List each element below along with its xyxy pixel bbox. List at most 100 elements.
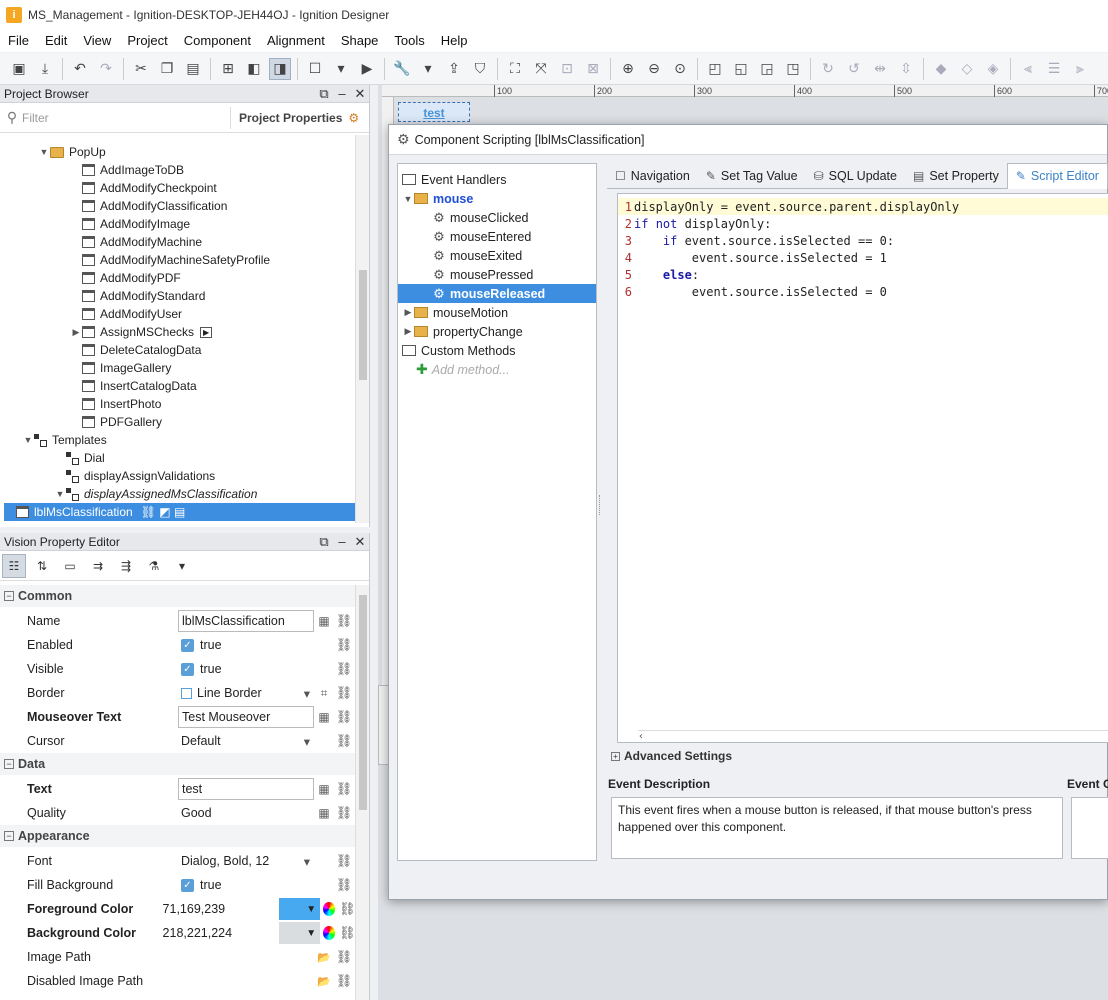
menu-project[interactable]: Project	[119, 30, 175, 52]
tree-item[interactable]: lblMsClassification ⛓ ◩ ▤	[4, 503, 356, 521]
property-value[interactable]: ✓ true	[178, 658, 314, 680]
mouse-group[interactable]: ▼ mouse	[402, 189, 474, 208]
property-value[interactable]: Test Mouseover	[178, 706, 314, 728]
binding-link-icon[interactable]: ⛓	[334, 781, 354, 797]
sort-alpha-icon[interactable]: ⇅	[30, 554, 54, 578]
code-line[interactable]: 6 event.source.isSelected = 0	[618, 283, 1108, 300]
border-editor-icon[interactable]: ⌗	[314, 686, 334, 701]
float-icon[interactable]: ⧉	[315, 86, 333, 102]
dropdown-arrow-icon[interactable]: ▾	[170, 554, 194, 578]
tree-item[interactable]: ▼ displayAssignedMsClassification	[54, 485, 258, 503]
mousemotion-group[interactable]: ▶ mouseMotion	[402, 303, 509, 322]
play-icon[interactable]: ▶	[200, 326, 213, 338]
property-value[interactable]: 218,221,224	[160, 922, 280, 944]
dropdown-arrow-icon[interactable]: ▾	[304, 734, 310, 749]
collapsed-arrow-icon[interactable]: ▶	[402, 307, 414, 318]
checkbox-icon[interactable]: ✓	[181, 638, 194, 652]
cut-icon[interactable]: ✂	[130, 58, 152, 80]
code-line[interactable]: 4 event.source.isSelected = 1	[618, 249, 1108, 266]
collapse-icon[interactable]: ⤧	[530, 58, 552, 80]
grid-icon[interactable]: ⊠	[582, 58, 604, 80]
edit-icon[interactable]: ▦	[314, 806, 334, 820]
event-mouseclicked[interactable]: ⚙ mouseClicked	[432, 208, 528, 227]
property-value[interactable]: lblMsClassification	[178, 610, 314, 632]
align-right-icon[interactable]: ⫸	[1069, 58, 1091, 80]
custom-methods-root[interactable]: Custom Methods	[402, 341, 515, 360]
event-handlers-root[interactable]: Event Handlers	[402, 170, 506, 189]
tree-item[interactable]: InsertPhoto	[70, 395, 161, 413]
tree-item[interactable]: AddModifyCheckpoint	[70, 179, 217, 197]
event-mouseentered[interactable]: ⚙ mouseEntered	[432, 227, 531, 246]
property-value[interactable]: ✓ true	[178, 634, 314, 656]
event-mousepressed[interactable]: ⚙ mousePressed	[432, 265, 533, 284]
scrollbar-thumb[interactable]	[359, 595, 367, 810]
tree-item[interactable]: ▶ AssignMSChecks ▶	[70, 323, 213, 341]
property-value[interactable]	[178, 946, 314, 968]
binding-link-icon[interactable]: ⛓	[334, 877, 354, 893]
add-method-item[interactable]: ✚ Add method...	[416, 360, 510, 379]
tab-script-editor[interactable]: ✎ Script Editor	[1006, 162, 1108, 189]
binding-link-icon[interactable]: ⛓	[334, 805, 354, 821]
tab-set-property[interactable]: ▤ Set Property	[905, 163, 1007, 189]
script-editor[interactable]: 1 displayOnly = event.source.parent.displ…	[617, 193, 1108, 743]
dropdown-arrow-icon[interactable]: ▾	[304, 854, 310, 869]
publish-icon[interactable]: ⇪	[443, 58, 465, 80]
flip-v-icon[interactable]: ⇳	[895, 58, 917, 80]
bring-front-icon[interactable]: ◰	[704, 58, 726, 80]
menu-alignment[interactable]: Alignment	[259, 30, 333, 52]
binding-link-icon[interactable]: ⛓	[334, 853, 354, 869]
expanded-arrow-icon[interactable]: ▼	[402, 194, 414, 204]
description-icon[interactable]: ▭	[58, 554, 82, 578]
propertychange-group[interactable]: ▶ propertyChange	[402, 322, 523, 341]
filter-input[interactable]: ⚲ Filter	[2, 107, 222, 129]
tree-item[interactable]: ImageGallery	[70, 359, 171, 377]
color-wheel-icon[interactable]	[323, 902, 336, 916]
dropdown-arrow-icon[interactable]: ▾	[304, 686, 310, 701]
tree-item[interactable]: AddModifyMachineSafetyProfile	[70, 251, 270, 269]
tree-scrollbar[interactable]	[355, 135, 369, 523]
tree-item[interactable]: displayAssignValidations	[54, 467, 215, 485]
save-all-icon[interactable]: ⤓	[34, 58, 56, 80]
property-value[interactable]: Line Border ▾	[178, 682, 314, 704]
menu-tools[interactable]: Tools	[386, 30, 432, 52]
send-back-icon[interactable]: ◱	[730, 58, 752, 80]
tree-item[interactable]: AddModifyUser	[70, 305, 182, 323]
folder-icon[interactable]: 📂	[314, 975, 334, 988]
binding-link-icon[interactable]: ⛓	[338, 901, 356, 917]
copy-icon[interactable]: ❐	[156, 58, 178, 80]
property-value[interactable]: Default ▾	[178, 730, 314, 752]
code-line[interactable]: 5 else:	[618, 266, 1108, 283]
binding-link-icon[interactable]: ⛓	[334, 733, 354, 749]
binding-link-icon[interactable]: ⛓	[334, 949, 354, 965]
tree-item[interactable]: InsertCatalogData	[70, 377, 197, 395]
property-value[interactable]: ✓ true	[178, 874, 314, 896]
tree-item[interactable]: ▼ PopUp	[38, 143, 106, 161]
binding-link-icon[interactable]: ⛓	[334, 973, 354, 989]
binding-link-icon[interactable]: ⛓	[334, 685, 354, 701]
folder-icon[interactable]: 📂	[314, 951, 334, 964]
binding-link-icon[interactable]: ⛓	[334, 661, 354, 677]
zoom-out-icon[interactable]: ⊖	[643, 58, 665, 80]
minimize-icon[interactable]: –	[333, 86, 351, 101]
code-line[interactable]: 2 if not displayOnly:	[618, 215, 1108, 232]
tree-item[interactable]: AddModifyClassification	[70, 197, 227, 215]
binding-link-icon[interactable]: ⛓	[334, 613, 354, 629]
flip-h-icon[interactable]: ⇹	[869, 58, 891, 80]
play-icon[interactable]: ▶	[356, 58, 378, 80]
rotate-cw-icon[interactable]: ↻	[817, 58, 839, 80]
binding-link-icon[interactable]: ⛓	[334, 709, 354, 725]
property-value[interactable]: Dialog, Bold, 12 ▾	[178, 850, 314, 872]
save-icon[interactable]: ▣	[8, 58, 30, 80]
event-mousereleased[interactable]: ⚙ mouseReleased	[398, 284, 596, 303]
color-swatch[interactable]: ▼	[279, 898, 321, 920]
filter-icon[interactable]: ⚗	[142, 554, 166, 578]
collapse-icon[interactable]: −	[4, 831, 14, 841]
expanded-arrow-icon[interactable]: ▼	[54, 489, 66, 499]
design-mode-icon[interactable]: ◨	[269, 57, 291, 80]
tree-item[interactable]: AddModifyPDF	[70, 269, 181, 287]
edit-icon[interactable]: ▦	[314, 782, 334, 796]
test-label-component[interactable]: test	[398, 102, 470, 122]
snap-icon[interactable]: ⊡	[556, 58, 578, 80]
edit-icon[interactable]: ▦	[314, 614, 334, 628]
menu-component[interactable]: Component	[176, 30, 259, 52]
